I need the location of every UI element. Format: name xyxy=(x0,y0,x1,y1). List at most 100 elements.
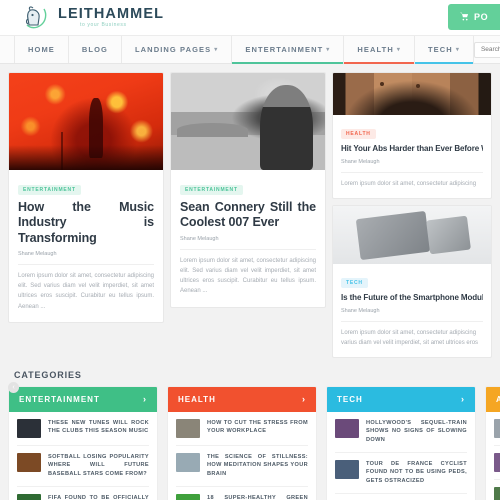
post-title[interactable]: HOLLYWOOD'S SEQUEL-TRAIN SHOWS NO SIGNS … xyxy=(366,419,467,445)
chevron-down-icon: ▾ xyxy=(326,47,331,53)
category-tag[interactable]: ENTERTAINMENT xyxy=(180,185,243,195)
divider xyxy=(341,321,483,323)
list-item[interactable]: TOUR DE FRANCE CYCLIST FOUND NOT TO BE U… xyxy=(335,453,467,494)
featured-card-right-bottom[interactable]: TECH Is the Future of the Smartphone Mod… xyxy=(332,204,492,358)
post-thumbnail xyxy=(17,493,41,500)
nav-item-entertainment[interactable]: ENTERTAINMENT ▾ xyxy=(232,36,345,64)
site-header: LEITHAMMEL to your Business PO xyxy=(0,0,500,35)
post-title[interactable]: HOW TO CUT THE STRESS FROM YOUR WORKPLAC… xyxy=(207,419,308,436)
post-thumbnail xyxy=(494,452,500,472)
post-thumbnail xyxy=(494,418,500,438)
featured-card-right-top[interactable]: HEALTH Hit Your Abs Harder than Ever Bef… xyxy=(332,72,492,199)
divider xyxy=(180,248,316,250)
category-card-title: TECH xyxy=(337,394,363,404)
post-thumbnail xyxy=(176,418,200,438)
nav-item-label: TECH xyxy=(428,45,453,54)
featured-card-middle[interactable]: ENTERTAINMENT Sean Connery Still the Coo… xyxy=(170,72,326,308)
category-tag[interactable]: HEALTH xyxy=(341,129,376,139)
list-item[interactable]: 7 UP-AND-COMING DJS YOU HAVEN'T HEARD AB… xyxy=(335,494,467,500)
post-title[interactable]: TOUR DE FRANCE CYCLIST FOUND NOT TO BE U… xyxy=(366,460,467,486)
nav-item-label: HOME xyxy=(28,45,55,54)
content-wrap: ENTERTAINMENT How the Music Industry is … xyxy=(0,64,500,358)
main-navigation: HOME BLOG LANDING PAGES ▾ ENTERTAINMENT ▾ HEAL… xyxy=(0,35,500,64)
cart-button[interactable]: PO xyxy=(448,4,500,30)
brand-tagline: to your Business xyxy=(80,22,127,29)
post-title[interactable]: Hit Your Abs Harder than Ever Before Wit… xyxy=(341,144,483,154)
category-tag[interactable]: ENTERTAINMENT xyxy=(18,185,81,195)
nav-item-underline xyxy=(415,62,473,64)
list-item[interactable]: SOFTBALL LOSING POPULARITY WHERE WILL FU… xyxy=(17,446,149,487)
list-item[interactable] xyxy=(494,480,500,500)
category-card-title: ENTERTAINMENT xyxy=(19,394,100,404)
modular-phone-photo xyxy=(333,205,491,264)
category-post-list: HOW TO CUT THE STRESS FROM YOUR WORKPLAC… xyxy=(168,412,316,500)
featured-posts-row: ENTERTAINMENT How the Music Industry is … xyxy=(8,72,492,358)
post-title[interactable]: 18 SUPER-HEALTHY GREEN FOODS THAT YOU SH… xyxy=(207,494,308,500)
concert-photo xyxy=(9,73,163,170)
nav-item-home[interactable]: HOME xyxy=(14,36,69,63)
category-card-header[interactable]: HEALTH › xyxy=(168,386,316,412)
nav-right-tools xyxy=(473,36,500,63)
sean-connery-photo xyxy=(171,73,325,170)
chevron-right-icon[interactable]: › xyxy=(302,394,306,404)
category-card[interactable]: TECH › HOLLYWOOD'S SEQUEL-TRAIN SHOWS NO S… xyxy=(326,385,476,500)
carousel-prev-arrow-icon[interactable]: ‹ xyxy=(8,381,19,393)
post-author: Shane Melaugh xyxy=(341,159,380,166)
post-title[interactable]: SOFTBALL LOSING POPULARITY WHERE WILL FU… xyxy=(48,453,149,479)
post-thumbnail xyxy=(494,486,500,500)
list-item[interactable]: HOW TO CUT THE STRESS FROM YOUR WORKPLAC… xyxy=(176,412,308,446)
list-item[interactable]: 18 SUPER-HEALTHY GREEN FOODS THAT YOU SH… xyxy=(176,487,308,500)
post-thumbnail xyxy=(176,452,200,472)
cart-label: PO xyxy=(474,12,489,22)
divider xyxy=(341,172,483,174)
divider xyxy=(18,263,154,265)
category-card-header[interactable]: TECH › xyxy=(327,386,475,412)
category-card-row: ENTERTAINMENT › THESE NEW TUNES WILL ROCK … xyxy=(8,385,500,500)
category-card[interactable]: A› xyxy=(485,385,500,500)
post-thumbnail xyxy=(176,493,200,500)
category-card[interactable]: ENTERTAINMENT › THESE NEW TUNES WILL ROCK … xyxy=(8,385,158,500)
category-card-header[interactable]: A› xyxy=(486,386,500,412)
chevron-right-icon[interactable]: › xyxy=(461,394,465,404)
nav-item-label: HEALTH xyxy=(357,45,394,54)
category-card[interactable]: HEALTH › HOW TO CUT THE STRESS FROM YOUR W… xyxy=(167,385,317,500)
nav-item-label: LANDING PAGES xyxy=(134,45,212,54)
list-item[interactable]: FIFA FOUND TO BE OFFICIALLY THE WORST TH… xyxy=(17,487,149,500)
list-item[interactable]: THESE NEW TUNES WILL ROCK THE CLUBS THIS… xyxy=(17,412,149,446)
list-item[interactable] xyxy=(494,446,500,480)
list-item[interactable]: HOLLYWOOD'S SEQUEL-TRAIN SHOWS NO SIGNS … xyxy=(335,412,467,453)
post-thumbnail xyxy=(17,452,41,472)
category-card-header[interactable]: ENTERTAINMENT › xyxy=(9,386,157,412)
nav-item-health[interactable]: HEALTH ▾ xyxy=(344,36,415,64)
category-tag[interactable]: TECH xyxy=(341,277,368,288)
category-post-list: HOLLYWOOD'S SEQUEL-TRAIN SHOWS NO SIGNS … xyxy=(327,412,475,500)
brand-logo[interactable]: LEITHAMMEL to your Business xyxy=(22,3,164,33)
chevron-right-icon[interactable]: › xyxy=(143,394,147,404)
nav-item-underline xyxy=(232,62,344,64)
post-excerpt: Lorem ipsum dolor sit amet, consectetur … xyxy=(341,181,477,188)
categories-carousel: ‹ ENTERTAINMENT › THESE NEW TUNES WILL ROC… xyxy=(0,381,500,500)
cart-icon xyxy=(460,12,469,23)
post-author: Shane Melaugh xyxy=(341,308,380,315)
post-title[interactable]: Sean Connery Still the Coolest 007 Ever xyxy=(180,200,316,231)
post-title[interactable]: Is the Future of the Smartphone Modular? xyxy=(341,293,483,303)
post-title[interactable]: THESE NEW TUNES WILL ROCK THE CLUBS THIS… xyxy=(48,419,149,436)
post-title[interactable]: How the Music Industry is Transforming xyxy=(18,200,154,246)
list-item[interactable]: THE SCIENCE OF STILLNESS: HOW MEDITATION… xyxy=(176,446,308,487)
search-input[interactable] xyxy=(474,46,500,53)
post-thumbnail xyxy=(17,418,41,438)
post-title[interactable]: FIFA FOUND TO BE OFFICIALLY THE WORST TH… xyxy=(48,494,149,500)
list-item[interactable] xyxy=(494,412,500,446)
featured-card-left[interactable]: ENTERTAINMENT How the Music Industry is … xyxy=(8,72,164,323)
chevron-down-icon: ▾ xyxy=(214,47,219,53)
post-excerpt: Lorem ipsum dolor sit amet, consectetur … xyxy=(341,330,479,347)
search-box[interactable] xyxy=(473,41,500,58)
post-title[interactable]: THE SCIENCE OF STILLNESS: HOW MEDITATION… xyxy=(207,453,308,479)
post-author: Shane Melaugh xyxy=(18,250,57,257)
category-post-list xyxy=(486,412,500,500)
nav-item-tech[interactable]: TECH ▾ xyxy=(415,36,474,64)
nav-item-landing-pages[interactable]: LANDING PAGES ▾ xyxy=(122,36,233,63)
nav-item-list: HOME BLOG LANDING PAGES ▾ ENTERTAINMENT ▾ HEAL… xyxy=(14,36,474,64)
nav-item-blog[interactable]: BLOG xyxy=(69,36,122,63)
nav-item-underline xyxy=(344,62,414,64)
